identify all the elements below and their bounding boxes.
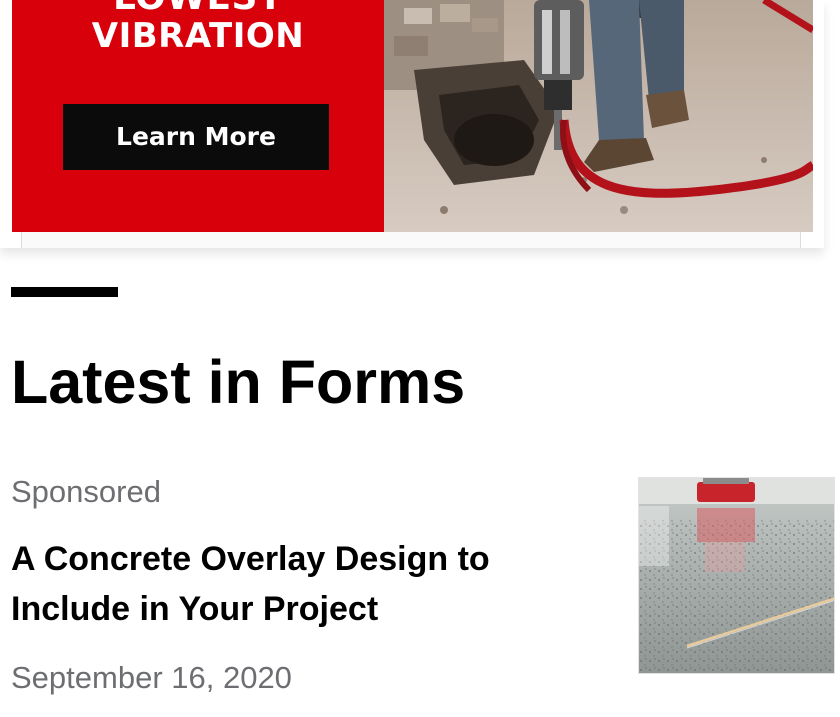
page: LOWEST VIBRATION Learn More	[0, 0, 840, 717]
learn-more-button[interactable]: Learn More	[63, 104, 329, 170]
section-title: Latest in Forms	[11, 348, 466, 416]
ad-frame	[21, 232, 801, 248]
article-card: Sponsored A Concrete Overlay Design to I…	[0, 460, 840, 717]
advertisement: LOWEST VIBRATION Learn More	[0, 0, 824, 248]
ad-banner-link[interactable]: LOWEST VIBRATION Learn More	[12, 0, 813, 232]
ad-jackhammer-photo	[384, 0, 813, 232]
article-title-link[interactable]: A Concrete Overlay Design to Include in …	[11, 534, 601, 634]
ad-red-panel: LOWEST VIBRATION Learn More	[12, 0, 384, 232]
ad-headline: VIBRATION	[91, 16, 305, 56]
sponsored-label: Sponsored	[11, 474, 161, 509]
article-thumbnail[interactable]	[638, 477, 835, 674]
article-date: September 16, 2020	[11, 660, 292, 695]
section-accent-bar	[11, 287, 118, 297]
